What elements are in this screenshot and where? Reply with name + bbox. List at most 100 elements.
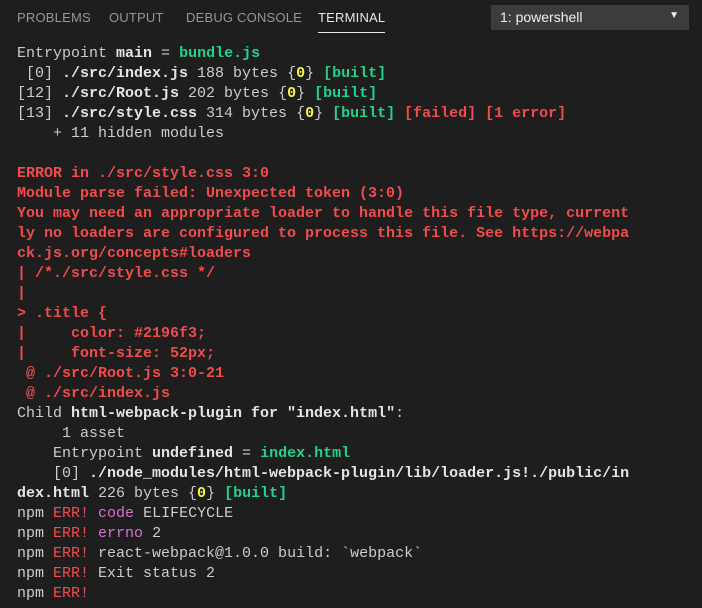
terminal-text: 0 xyxy=(296,65,306,82)
terminal-text: 0 xyxy=(305,105,315,122)
terminal-text: | color: #2196f3; xyxy=(17,325,207,342)
panel-tab-bar: PROBLEMS OUTPUT DEBUG CONSOLE TERMINAL 1… xyxy=(0,0,702,36)
terminal-text: You may need an appropriate loader to ha… xyxy=(17,205,630,222)
terminal-line: Module parse failed: Unexpected token (3… xyxy=(17,184,404,204)
terminal-text: html-webpack-plugin for "index.html" xyxy=(71,405,396,422)
terminal-text: 226 bytes { xyxy=(89,485,198,502)
terminal-line: Entrypoint main = bundle.js xyxy=(17,44,260,64)
terminal-text: Child xyxy=(17,405,72,422)
terminal-text: npm xyxy=(17,565,54,582)
terminal-text: npm xyxy=(17,505,54,522)
terminal-text: 314 bytes { xyxy=(197,105,306,122)
terminal-line: dex.html 226 bytes {0} [built] xyxy=(17,484,287,504)
terminal-text: index.html xyxy=(260,445,351,462)
terminal-select-dropdown[interactable]: 1: powershell ▼ xyxy=(491,5,689,30)
terminal-text: [built] xyxy=(332,105,396,122)
terminal-text: ./node_modules/html-webpack-plugin/lib/l… xyxy=(89,465,630,482)
terminal-text: } xyxy=(305,65,324,82)
terminal-text: ck.js.org/concepts#loaders xyxy=(17,245,252,262)
terminal-text: ERR! xyxy=(53,585,90,602)
terminal-line: npm ERR! code ELIFECYCLE xyxy=(17,504,233,524)
terminal-text: Module parse failed: Unexpected token (3… xyxy=(17,185,405,202)
terminal-text: undefined xyxy=(152,445,234,462)
terminal-text: [0] xyxy=(17,465,90,482)
terminal-text: react-webpack@1.0.0 build: `webpack` xyxy=(89,545,423,562)
terminal-line: | xyxy=(17,284,26,304)
terminal-line: [13] ./src/style.css 314 bytes {0} [buil… xyxy=(17,104,566,124)
terminal-text: main xyxy=(116,45,153,62)
terminal-text: errno xyxy=(98,525,144,542)
terminal-text: > .title { xyxy=(17,305,108,322)
terminal-text: [built] xyxy=(314,85,378,102)
terminal-text: [13] xyxy=(17,105,63,122)
terminal-text: [0] xyxy=(17,65,63,82)
terminal-select-value: 1: powershell xyxy=(500,9,583,25)
terminal-text: [12] xyxy=(17,85,63,102)
tab-debug-console[interactable]: DEBUG CONSOLE xyxy=(186,10,302,25)
terminal-text: ERROR in ./src/style.css 3:0 xyxy=(17,165,270,182)
tab-output[interactable]: OUTPUT xyxy=(109,10,164,25)
terminal-text: ly no loaders are configured to process … xyxy=(17,225,630,242)
terminal-text: [1 error] xyxy=(485,105,567,122)
terminal-line: npm ERR! Exit status 2 xyxy=(17,564,215,584)
terminal-text: dex.html xyxy=(17,485,90,502)
terminal-text: 0 xyxy=(287,85,297,102)
terminal-text: ERR! xyxy=(53,525,90,542)
terminal-text: [built] xyxy=(323,65,387,82)
terminal-output[interactable]: Entrypoint main = bundle.js [0] ./src/in… xyxy=(0,44,702,608)
terminal-line: npm ERR! react-webpack@1.0.0 build: `web… xyxy=(17,544,422,564)
terminal-text: } xyxy=(314,105,333,122)
terminal-text: code xyxy=(98,505,135,522)
terminal-text: [built] xyxy=(224,485,288,502)
terminal-text: ELIFECYCLE xyxy=(134,505,234,522)
terminal-text: npm xyxy=(17,545,54,562)
terminal-text: Entrypoint xyxy=(17,45,117,62)
terminal-text: ERR! xyxy=(53,565,90,582)
terminal-text: | xyxy=(17,285,27,302)
terminal-text: 2 xyxy=(143,525,162,542)
terminal-line: Entrypoint undefined = index.html xyxy=(17,444,350,464)
terminal-line: | font-size: 52px; xyxy=(17,344,215,364)
terminal-text: bundle.js xyxy=(179,45,261,62)
terminal-line: You may need an appropriate loader to ha… xyxy=(17,204,629,224)
terminal-text: ./src/index.js xyxy=(62,65,189,82)
terminal-text: 1 asset xyxy=(17,425,126,442)
terminal-text: | /*./src/style.css */ xyxy=(17,265,216,282)
terminal-text: [failed] xyxy=(404,105,477,122)
terminal-line: @ ./src/index.js xyxy=(17,384,170,404)
terminal-line: + 11 hidden modules xyxy=(17,124,224,144)
terminal-text: = xyxy=(233,445,261,462)
terminal-text: Entrypoint xyxy=(17,445,153,462)
terminal-text: 188 bytes { xyxy=(188,65,297,82)
tab-problems[interactable]: PROBLEMS xyxy=(17,10,91,25)
terminal-line: @ ./src/Root.js 3:0-21 xyxy=(17,364,224,384)
terminal-line: 1 asset xyxy=(17,424,125,444)
terminal-text: ./src/Root.js xyxy=(62,85,180,102)
terminal-line: npm ERR! errno 2 xyxy=(17,524,161,544)
terminal-text: @ ./src/Root.js 3:0-21 xyxy=(17,365,225,382)
terminal-line: ERROR in ./src/style.css 3:0 xyxy=(17,164,269,184)
terminal-text: ERR! xyxy=(53,545,90,562)
terminal-text: npm xyxy=(17,525,54,542)
terminal-text: ERR! xyxy=(53,505,90,522)
terminal-text: = xyxy=(152,45,180,62)
terminal-text: Exit status 2 xyxy=(89,565,216,582)
terminal-line: npm ERR! xyxy=(17,584,89,604)
chevron-down-icon: ▼ xyxy=(669,10,679,21)
tab-terminal[interactable]: TERMINAL xyxy=(318,10,386,33)
terminal-line: Child html-webpack-plugin for "index.htm… xyxy=(17,404,404,424)
terminal-line: [0] ./src/index.js 188 bytes {0} [built] xyxy=(17,64,386,84)
terminal-text: + 11 hidden modules xyxy=(17,125,225,142)
terminal-line: ly no loaders are configured to process … xyxy=(17,224,629,244)
terminal-text: ./src/style.css xyxy=(62,105,198,122)
terminal-line: ck.js.org/concepts#loaders xyxy=(17,244,251,264)
terminal-text: : xyxy=(395,405,405,422)
terminal-text: | font-size: 52px; xyxy=(17,345,216,362)
terminal-text: 0 xyxy=(197,485,207,502)
terminal-line: | color: #2196f3; xyxy=(17,324,206,344)
terminal-text: } xyxy=(206,485,225,502)
